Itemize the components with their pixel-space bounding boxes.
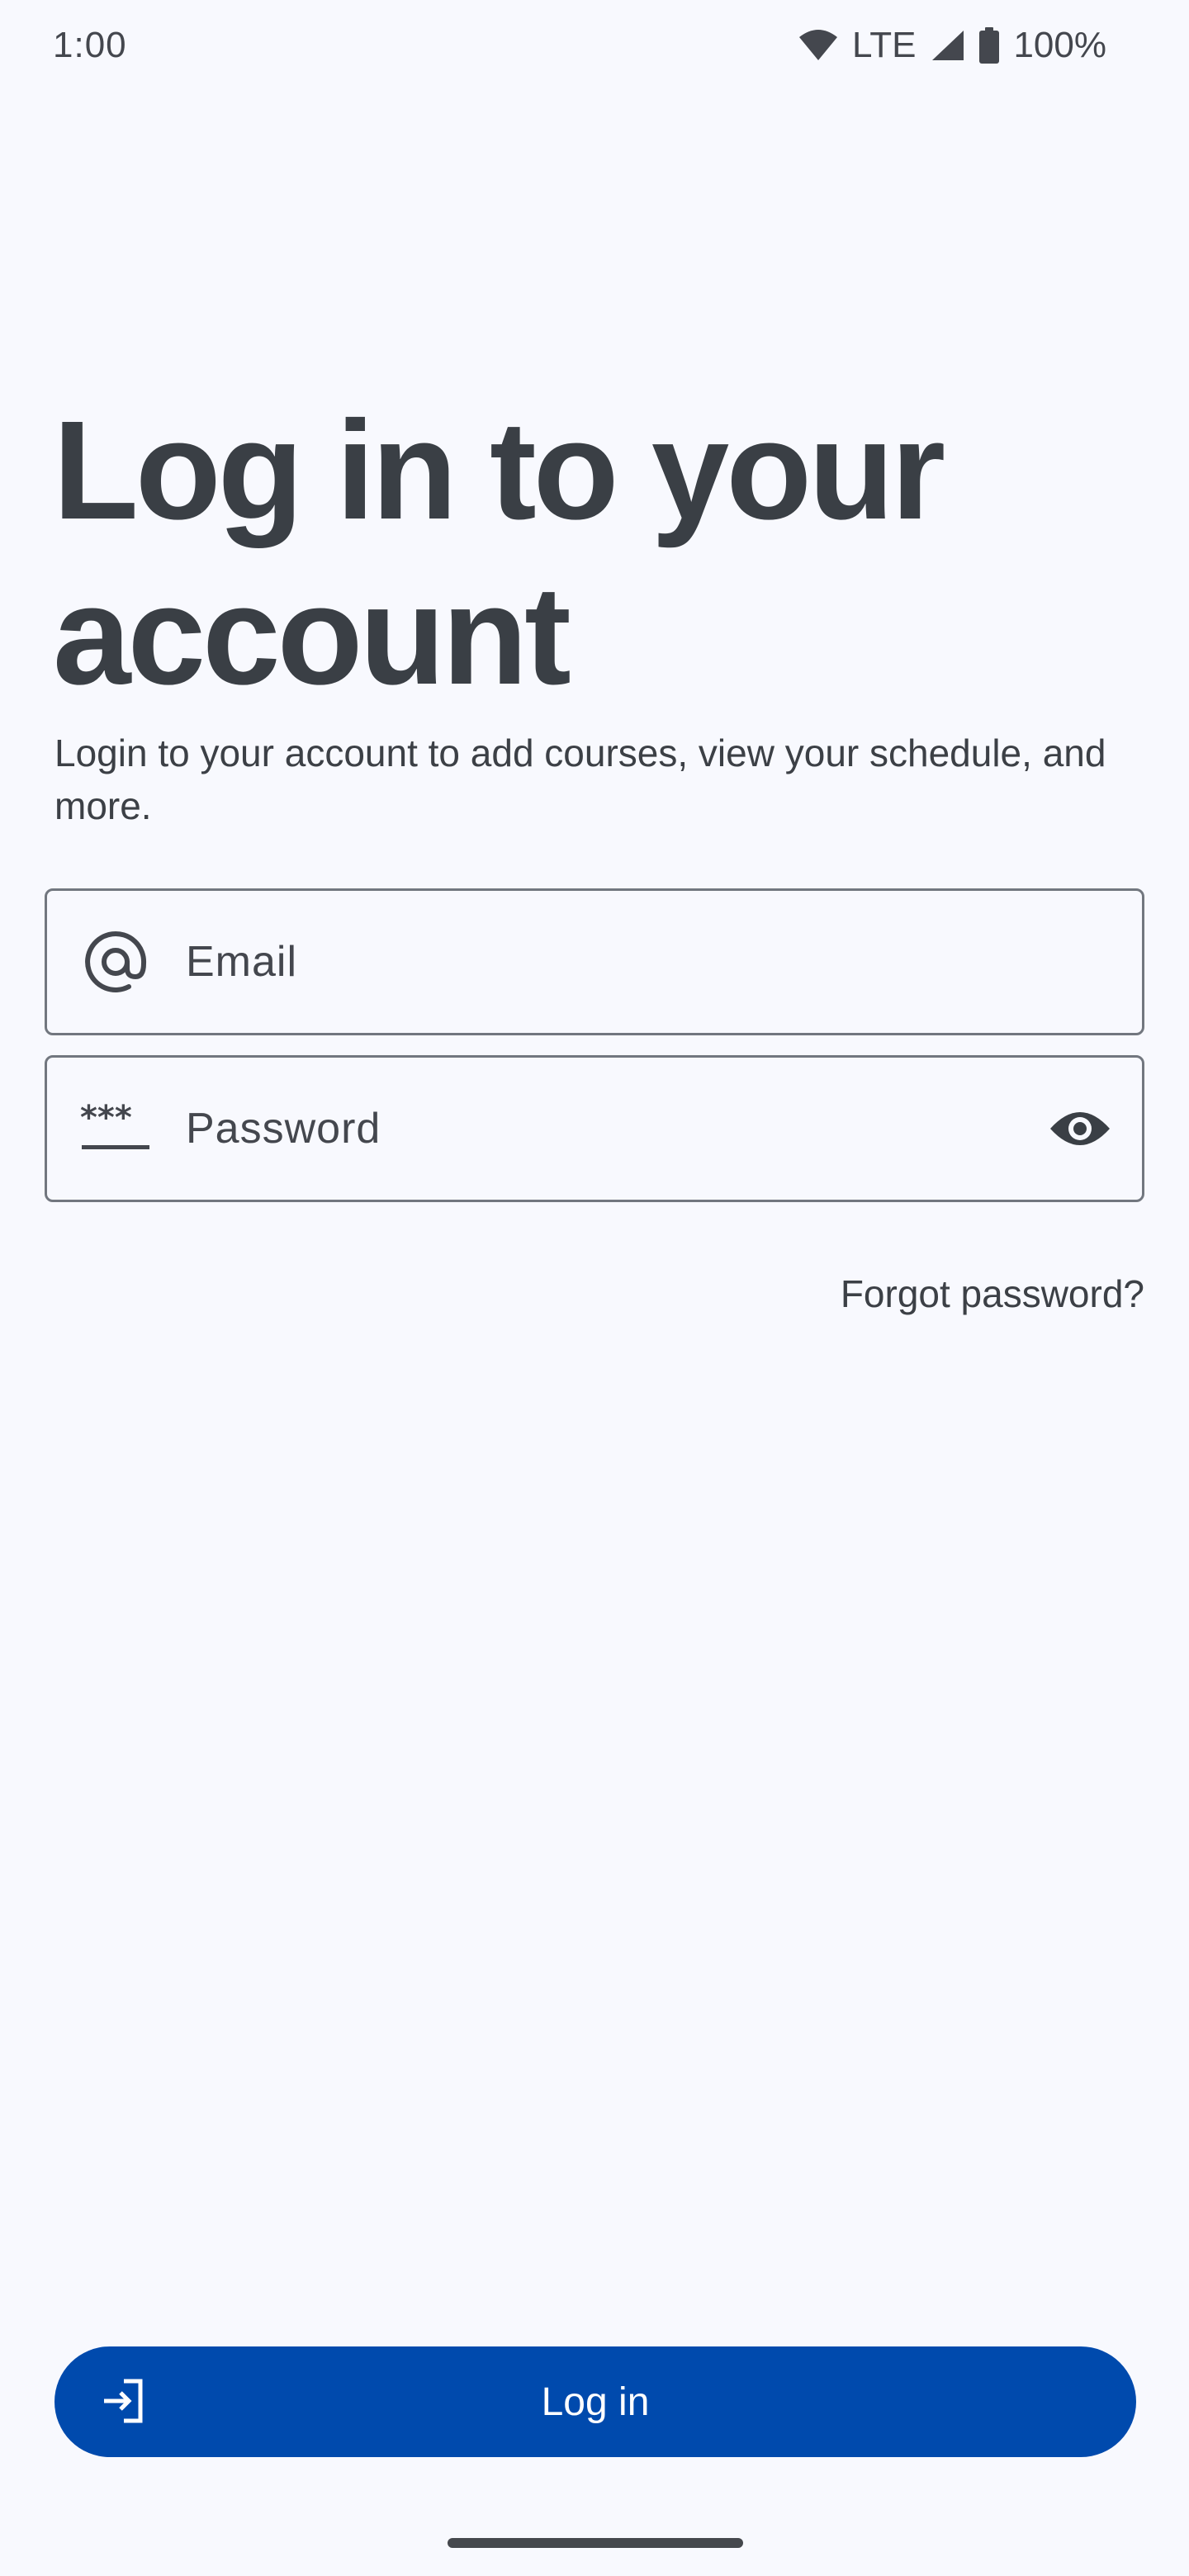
page-subtitle: Login to your account to add courses, vi… xyxy=(54,732,1106,827)
login-icon xyxy=(99,2376,149,2430)
battery-percent: 100% xyxy=(1013,25,1106,65)
password-icon: *** xyxy=(78,1104,153,1153)
status-indicators: LTE 100% xyxy=(798,25,1106,66)
email-placeholder: Email xyxy=(186,938,298,986)
status-time: 1:00 xyxy=(53,25,127,65)
email-field[interactable]: Email xyxy=(45,888,1144,1035)
wifi-icon xyxy=(798,29,839,62)
forgot-password-link[interactable]: Forgot password? xyxy=(841,1271,1144,1316)
password-field[interactable]: *** Password xyxy=(45,1055,1144,1202)
eye-icon[interactable] xyxy=(1043,1106,1117,1152)
password-placeholder: Password xyxy=(186,1105,381,1153)
at-sign-icon xyxy=(78,927,153,997)
cell-signal-icon xyxy=(929,29,965,62)
login-button-label: Log in xyxy=(541,2379,650,2424)
svg-text:***: *** xyxy=(80,1104,132,1137)
battery-icon xyxy=(978,27,1000,64)
page-title: Log in to your account xyxy=(53,392,945,714)
network-label: LTE xyxy=(852,25,917,65)
login-button[interactable]: Log in xyxy=(54,2346,1136,2457)
home-indicator[interactable] xyxy=(448,2538,743,2548)
status-bar: 1:00 LTE 100% xyxy=(0,0,1189,99)
